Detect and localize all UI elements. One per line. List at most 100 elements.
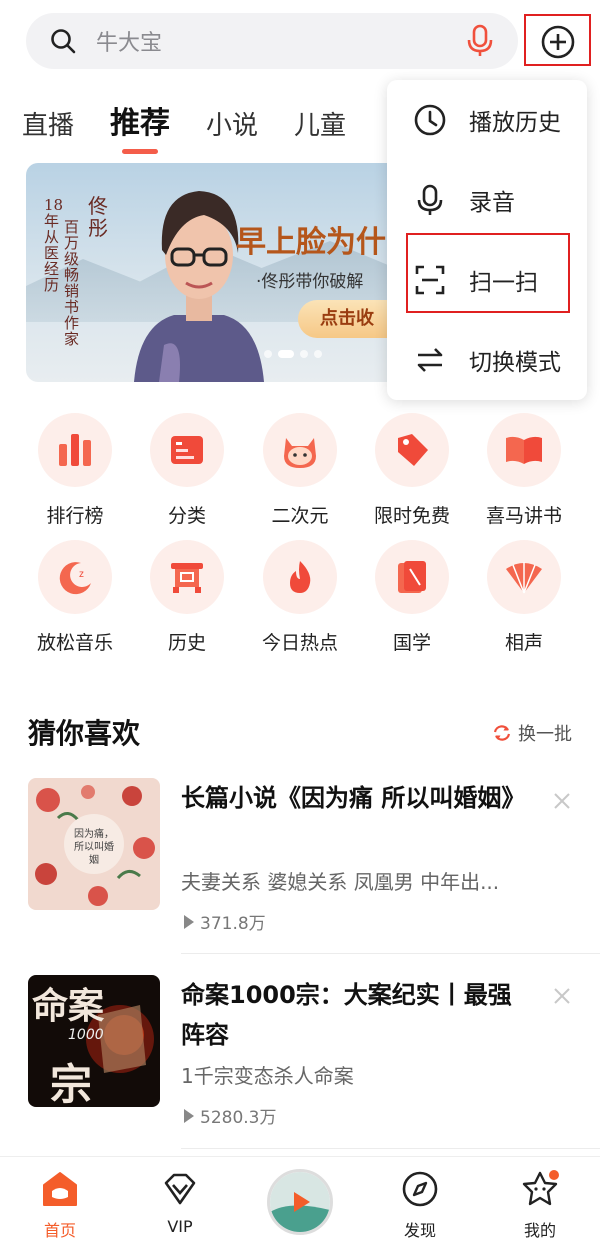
- nav-home[interactable]: 首页: [20, 1169, 100, 1241]
- search-placeholder: 牛大宝: [96, 31, 163, 56]
- refresh-button[interactable]: 换一批: [492, 720, 572, 746]
- section-title: 猜你喜欢: [28, 717, 141, 750]
- nav-label: VIP: [167, 1217, 193, 1236]
- nav-vip[interactable]: VIP: [140, 1169, 220, 1236]
- search-bar[interactable]: 牛大宝: [26, 13, 518, 69]
- banner-vertical-text: 18年从医经历: [44, 196, 64, 294]
- search-icon: [51, 29, 76, 54]
- list-item[interactable]: 命案 1000 宗 命案1000宗：大案纪实丨最强阵容 1千宗变态杀人命案 52…: [0, 975, 600, 1151]
- album-title: 长篇小说《因为痛 所以叫婚姻》: [181, 784, 526, 812]
- play-count: 371.8万: [184, 909, 266, 934]
- play-icon: [184, 1108, 194, 1123]
- grid-label: 二次元: [271, 505, 329, 527]
- presenter-portrait: [134, 191, 264, 382]
- anime-icon: [284, 438, 316, 468]
- nav-label: 首页: [43, 1221, 76, 1240]
- grid-label: 今日热点: [261, 632, 338, 654]
- flame-icon: [290, 561, 311, 593]
- banner-vertical-name: 佟彤: [88, 194, 108, 240]
- album-description: 1千宗变态杀人命案: [181, 1064, 354, 1088]
- album-title: 命案1000宗：大案纪实丨最强阵容: [181, 981, 512, 1049]
- tab-novel[interactable]: 小说: [206, 105, 258, 142]
- banner-vertical-text: 百万级畅销书作家: [64, 218, 80, 348]
- home-icon: [43, 1172, 77, 1206]
- grid-item-hot-today[interactable]: 今日热点: [250, 540, 350, 655]
- nav-label: 我的: [523, 1221, 556, 1240]
- grid-item-history[interactable]: 历史: [137, 540, 237, 655]
- refresh-label: 换一批: [518, 724, 572, 745]
- nav-profile[interactable]: 我的: [500, 1169, 580, 1241]
- tab-recommend[interactable]: 推荐: [110, 98, 170, 154]
- play-count-value: 5280.3万: [200, 1108, 277, 1128]
- grid-label: 排行榜: [46, 505, 104, 527]
- play-count-value: 371.8万: [200, 914, 266, 934]
- mini-player-button[interactable]: [267, 1169, 333, 1235]
- grid-item-category[interactable]: 分类: [137, 413, 237, 528]
- book-icon: [506, 436, 542, 464]
- menu-item-play-history[interactable]: 播放历史: [387, 80, 587, 160]
- cover-text: 命案: [32, 985, 105, 1027]
- close-icon[interactable]: [551, 985, 573, 1007]
- clock-icon: [414, 104, 446, 136]
- grid-item-ranking[interactable]: 排行榜: [25, 413, 125, 528]
- menu-item-label: 切换模式: [469, 350, 561, 376]
- grid-item-sinology[interactable]: 国学: [362, 540, 462, 655]
- nav-discover[interactable]: 发现: [380, 1169, 460, 1241]
- play-icon: [184, 914, 194, 929]
- ranking-icon: [59, 434, 91, 466]
- grid-label: 喜马讲书: [485, 505, 562, 527]
- category-icon: [171, 436, 203, 464]
- grid-label: 放松音乐: [36, 632, 113, 654]
- grid-label: 历史: [167, 632, 206, 654]
- grid-item-crosstalk[interactable]: 相声: [474, 540, 574, 655]
- play-count: 5280.3万: [184, 1103, 276, 1128]
- history-gate-icon: [171, 563, 203, 593]
- album-cover: 命案 1000 宗: [28, 975, 160, 1107]
- cover-text: 因为痛，所以叫婚姻: [74, 829, 114, 866]
- category-tabs: 直播 推荐 小说 儿童: [22, 98, 346, 154]
- grid-label: 国学: [392, 632, 431, 654]
- banner-pager: [264, 350, 322, 358]
- close-icon[interactable]: [551, 790, 573, 812]
- cover-text: 宗: [50, 1060, 93, 1107]
- pager-dot: [300, 350, 308, 358]
- switch-arrows-icon: [417, 348, 443, 372]
- svg-text:z: z: [79, 569, 84, 580]
- nav-label: 发现: [403, 1221, 436, 1240]
- menu-item-label: 播放历史: [469, 110, 561, 136]
- list-item[interactable]: 因为痛，所以叫婚姻 长篇小说《因为痛 所以叫婚姻》 夫妻关系 婆媳关系 凤凰男 …: [0, 778, 600, 954]
- discover-icon: [402, 1171, 438, 1207]
- refresh-icon: [493, 725, 511, 741]
- cover-text: 1000: [68, 1027, 104, 1043]
- divider: [181, 1148, 600, 1149]
- grid-label: 相声: [504, 632, 543, 654]
- now-playing-artwork: [270, 1172, 330, 1232]
- scan-highlight-box: [406, 233, 570, 313]
- vip-icon: [164, 1173, 196, 1205]
- fan-icon: [506, 562, 542, 594]
- grid-item-free[interactable]: 限时免费: [362, 413, 462, 528]
- grid-label: 分类: [167, 505, 206, 527]
- pager-dot: [314, 350, 322, 358]
- divider: [181, 953, 600, 954]
- tab-live[interactable]: 直播: [22, 105, 74, 142]
- menu-item-record[interactable]: 录音: [387, 160, 587, 240]
- tab-children[interactable]: 儿童: [294, 105, 346, 142]
- free-tag-icon: [398, 434, 428, 466]
- voice-search-icon[interactable]: [466, 24, 494, 58]
- profile-icon: [522, 1170, 559, 1206]
- plus-highlight-box: [524, 14, 591, 66]
- pager-dot-active: [278, 350, 294, 358]
- moon-icon: z: [59, 562, 91, 595]
- grid-item-book[interactable]: 喜马讲书: [474, 413, 574, 528]
- album-description: 夫妻关系 婆媳关系 凤凰男 中年出...: [181, 870, 500, 894]
- album-cover: 因为痛，所以叫婚姻: [28, 778, 160, 910]
- grid-item-anime[interactable]: 二次元: [250, 413, 350, 528]
- menu-item-switch-mode[interactable]: 切换模式: [387, 320, 587, 400]
- scroll-icon: [398, 561, 426, 593]
- microphone-icon: [417, 184, 443, 215]
- grid-item-relax-music[interactable]: z 放松音乐: [25, 540, 125, 655]
- menu-item-label: 录音: [469, 190, 515, 216]
- pager-dot: [264, 350, 272, 358]
- promo-banner[interactable]: 18年从医经历 百万级畅销书作家 佟彤 早上脸为什 ·佟彤带你破解 点击收: [26, 163, 406, 382]
